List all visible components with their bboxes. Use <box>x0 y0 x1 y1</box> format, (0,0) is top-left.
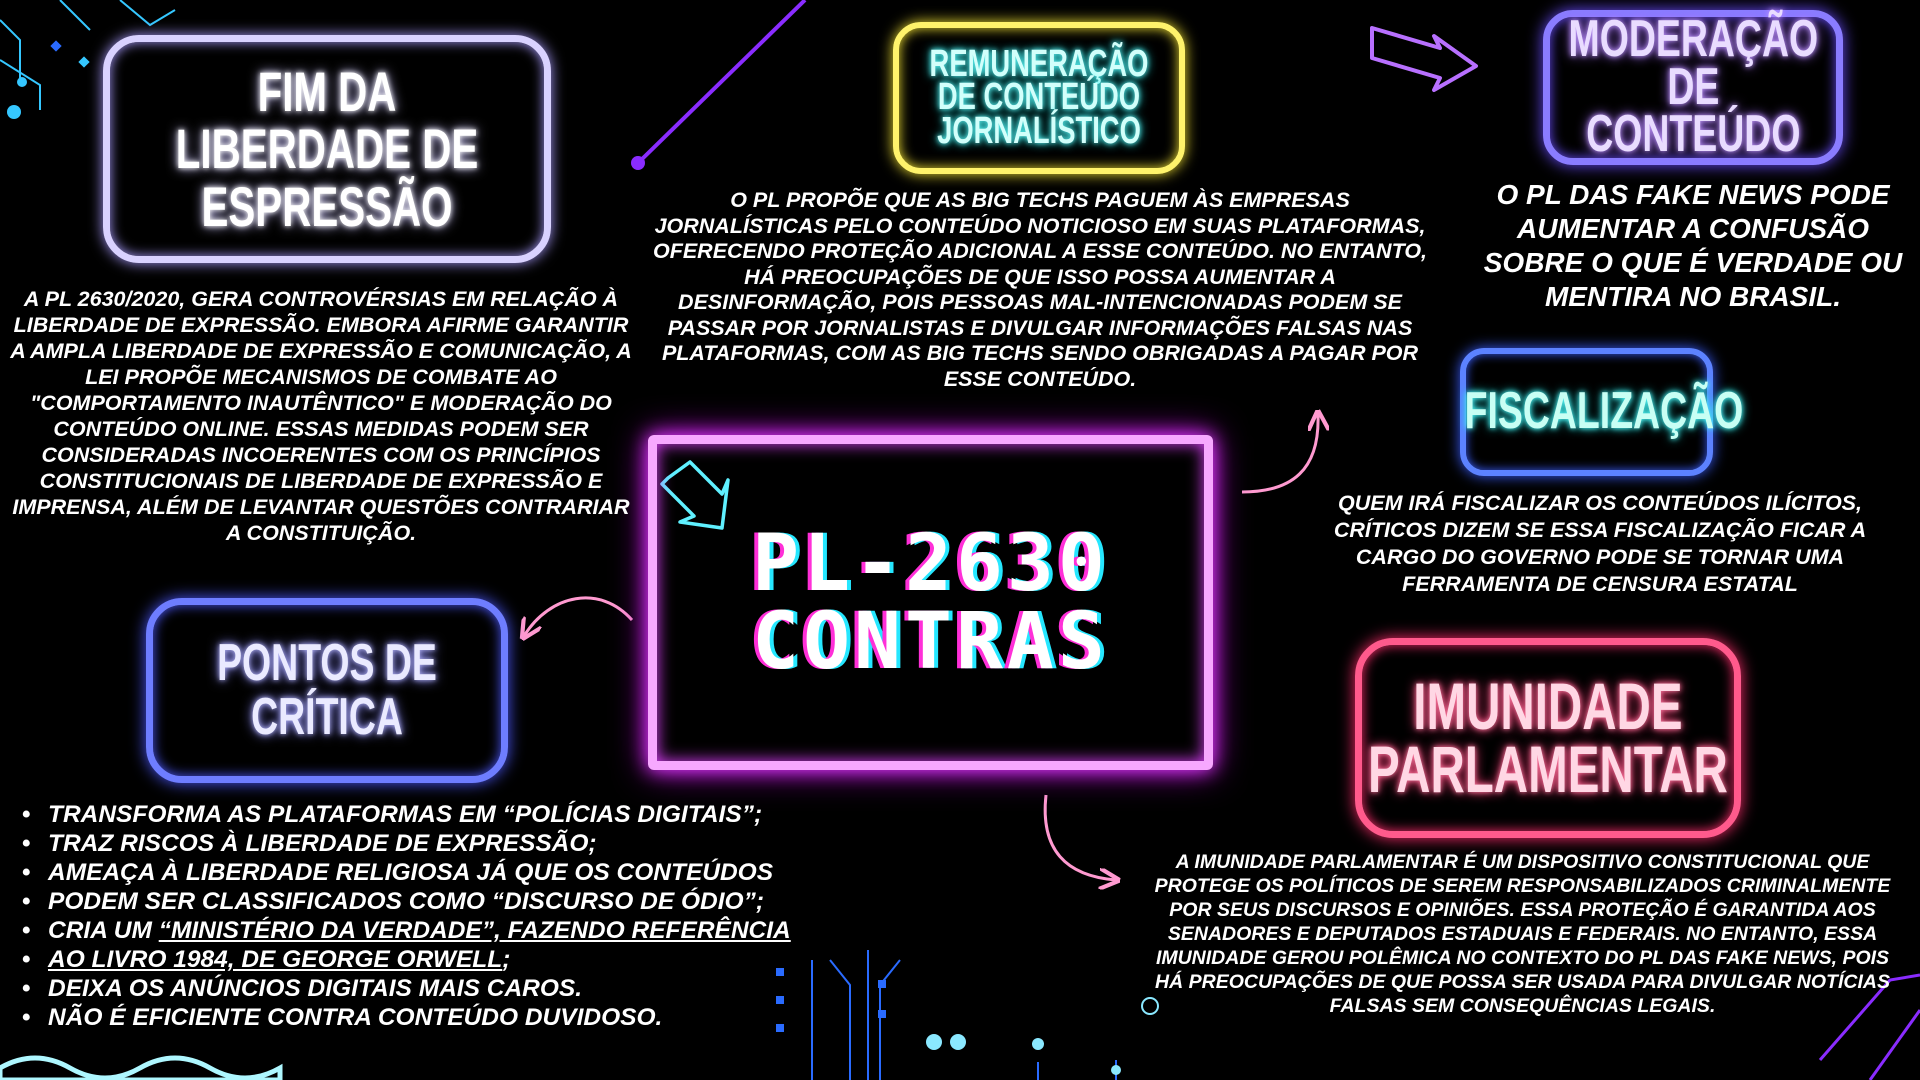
main-title-line1: PL-2630 <box>752 518 1109 609</box>
box-fiscalizacao: FISCALIZAÇÃO <box>1460 348 1743 476</box>
title-pontos-critica: PONTOS DE CRÍTICA <box>217 634 437 746</box>
box-moderacao: MODERAÇÃO DE CONTEÚDO <box>1543 10 1843 165</box>
list-item: DEIXA OS ANÚNCIOS DIGITAIS MAIS CAROS. <box>22 974 842 1003</box>
paragraph-fiscalizacao: QUEM IRÁ FISCALIZAR OS CONTEÚDOS ILÍCITO… <box>1333 491 1867 596</box>
list-item: TRAZ RISCOS À LIBERDADE DE EXPRESSÃO; <box>22 829 842 858</box>
criticism-list: TRANSFORMA AS PLATAFORMAS EM “POLÍCIAS D… <box>22 800 842 1032</box>
title-remuneracao: REMUNERAÇÃO DE CONTEÚDO JORNALÍSTICO <box>929 42 1149 152</box>
list-item: AMEAÇA À LIBERDADE RELIGIOSA JÁ QUE OS C… <box>22 858 842 887</box>
list-item: PODEM SER CLASSIFICADOS COMO “DISCURSO D… <box>22 887 842 916</box>
title-fiscalizacao: FISCALIZAÇÃO <box>1464 382 1743 441</box>
title-moderacao: MODERAÇÃO DE CONTEÚDO <box>1568 9 1818 164</box>
list-item: TRANSFORMA AS PLATAFORMAS EM “POLÍCIAS D… <box>22 800 842 829</box>
circuit-decoration <box>811 950 1117 1080</box>
title-imunidade: IMUNIDADE PARLAMENTAR <box>1368 669 1728 806</box>
box-pontos-critica: PONTOS DE CRÍTICA <box>146 598 508 783</box>
list-item: AO LIVRO 1984, DE GEORGE ORWELL; <box>22 945 842 974</box>
paragraph-remuneracao: O PL PROPÕE QUE AS BIG TECHS PAGUEM ÀS E… <box>652 188 1428 391</box>
arrow-right-outline-icon <box>1370 26 1478 92</box>
list-item: CRIA UM “MINISTÉRIO DA VERDADE”, FAZENDO… <box>22 916 842 945</box>
paragraph-imunidade: A IMUNIDADE PARLAMENTAR É UM DISPOSITIVO… <box>1154 851 1891 1017</box>
title-fim-liberdade: FIM DA LIBERDADE DE ESPRESSÃO <box>175 60 479 238</box>
box-remuneracao: REMUNERAÇÃO DE CONTEÚDO JORNALÍSTICO <box>893 22 1185 174</box>
wave-decoration <box>0 1055 283 1080</box>
orwell-reference-link[interactable]: AO LIVRO 1984, DE GEORGE ORWELL <box>48 946 502 973</box>
list-item: NÃO É EFICIENTE CONTRA CONTEÚDO DUVIDOSO… <box>22 1003 842 1032</box>
main-title-box: PL-2630 CONTRAS <box>648 435 1213 770</box>
main-title-line2: CONTRAS <box>752 596 1109 687</box>
box-fim-liberdade: FIM DA LIBERDADE DE ESPRESSÃO <box>103 35 551 263</box>
orwell-reference-link[interactable]: “MINISTÉRIO DA VERDADE”, FAZENDO REFERÊN… <box>159 917 791 944</box>
paragraph-fim-liberdade: A PL 2630/2020, GERA CONTROVÉRSIAS EM RE… <box>10 287 632 545</box>
box-imunidade: IMUNIDADE PARLAMENTAR <box>1355 638 1741 838</box>
paragraph-moderacao: O PL DAS FAKE NEWS PODE AUMENTAR A CONFU… <box>1483 179 1903 312</box>
